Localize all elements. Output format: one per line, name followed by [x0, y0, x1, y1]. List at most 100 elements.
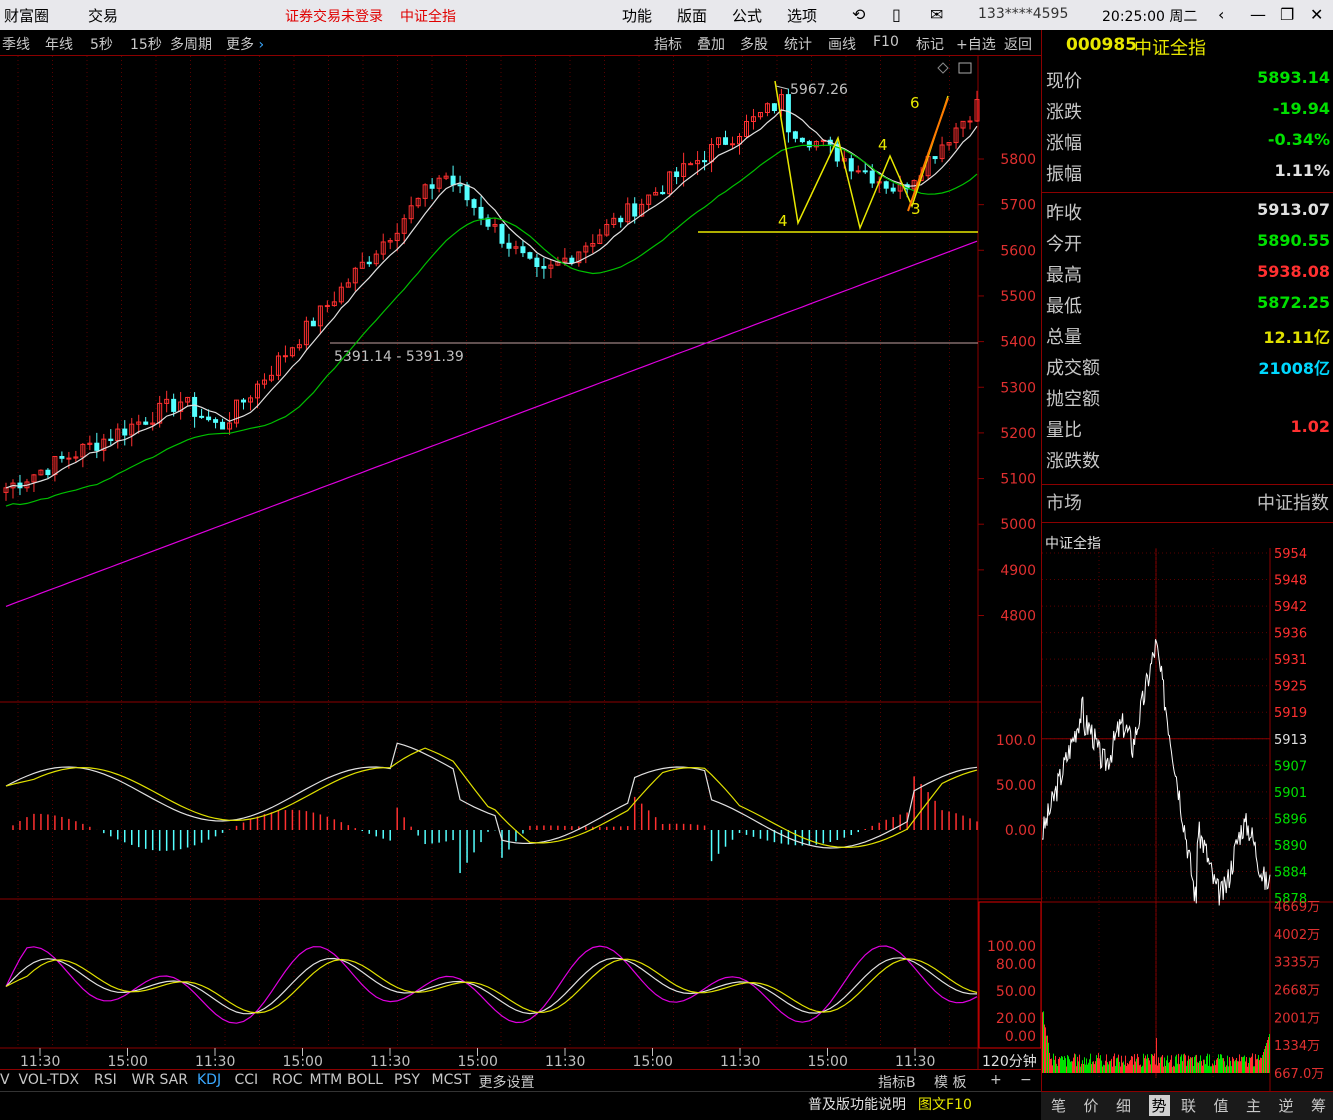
- mail-icon[interactable]: ✉: [930, 5, 943, 24]
- kline-chart-svg[interactable]: 5800 5700 5600 5500 5400 5300 5200 5100 5000 4900…: [0, 56, 1041, 1069]
- help-link[interactable]: 普及版功能说明: [808, 1094, 906, 1114]
- tool-add-watch[interactable]: +自选: [956, 34, 996, 54]
- candle-down[interactable]: [471, 199, 477, 208]
- candle-down[interactable]: [220, 421, 226, 430]
- right-tab-8[interactable]: 筹: [1311, 1095, 1326, 1116]
- right-tab-5[interactable]: 值: [1214, 1095, 1229, 1116]
- account-id[interactable]: 133****4595: [978, 6, 1068, 22]
- candle-down[interactable]: [108, 438, 114, 442]
- app-name[interactable]: 财富圈: [4, 5, 49, 26]
- candle-down[interactable]: [45, 469, 51, 476]
- candle-down[interactable]: [241, 399, 247, 403]
- indicator-tab-mcst[interactable]: MCST: [432, 1072, 471, 1088]
- candle-up[interactable]: [324, 305, 330, 308]
- period-year[interactable]: 年线: [45, 34, 73, 54]
- indicator-tab-rsi[interactable]: RSI: [94, 1072, 117, 1088]
- candle-down[interactable]: [632, 203, 638, 217]
- candle-down[interactable]: [450, 175, 456, 186]
- indicator-tab-vol-tdx[interactable]: VOL-TDX: [19, 1072, 80, 1088]
- candle-down[interactable]: [366, 261, 372, 265]
- candle-down[interactable]: [429, 184, 435, 189]
- indicator-tab-kdj[interactable]: KDJ: [197, 1072, 221, 1088]
- right-tab-3[interactable]: 势: [1148, 1095, 1170, 1116]
- candle-down[interactable]: [464, 184, 470, 201]
- tool-f10[interactable]: F10: [873, 34, 899, 50]
- indicator-tab-v[interactable]: V: [0, 1072, 10, 1088]
- candle-down[interactable]: [520, 246, 526, 254]
- candle-down[interactable]: [192, 396, 198, 417]
- menu-layout[interactable]: 版面: [677, 5, 707, 26]
- candle-up[interactable]: [282, 355, 288, 358]
- indicator-tab-boll[interactable]: BOLL: [347, 1072, 383, 1088]
- candle-down[interactable]: [171, 398, 177, 412]
- tool-overlay[interactable]: 叠加: [697, 34, 725, 54]
- candle-down[interactable]: [143, 421, 149, 425]
- indicator-tab-mtm[interactable]: MTM: [310, 1072, 343, 1088]
- refresh-icon[interactable]: ⟲: [852, 5, 865, 24]
- candle-down[interactable]: [792, 131, 798, 139]
- tool-indicator[interactable]: 指标: [654, 34, 682, 54]
- f10-link[interactable]: 图文F10: [918, 1094, 972, 1114]
- tool-return[interactable]: 返回: [1004, 34, 1032, 54]
- candle-down[interactable]: [534, 257, 540, 267]
- candle-down[interactable]: [310, 320, 316, 327]
- minimize-icon[interactable]: —: [1250, 5, 1266, 24]
- indicator-tab-更多[interactable]: 更多: [479, 1072, 507, 1092]
- candle-down[interactable]: [848, 158, 854, 172]
- indicator-tab-设置[interactable]: 设置: [507, 1072, 535, 1092]
- right-tab-4[interactable]: 联: [1181, 1095, 1196, 1116]
- candle-down[interactable]: [213, 419, 219, 423]
- template-button[interactable]: 模 板: [934, 1072, 966, 1092]
- phone-icon[interactable]: ▯: [892, 5, 901, 24]
- close-icon[interactable]: ✕: [1310, 5, 1323, 24]
- menu-formula[interactable]: 公式: [732, 5, 762, 26]
- right-tab-2[interactable]: 细: [1116, 1095, 1131, 1116]
- candle-down[interactable]: [618, 217, 624, 223]
- indicator-tab-roc[interactable]: ROC: [272, 1072, 303, 1088]
- candle-down[interactable]: [785, 94, 791, 133]
- trade-menu[interactable]: 交易: [88, 5, 118, 26]
- candle-down[interactable]: [94, 442, 100, 451]
- candle-down[interactable]: [771, 103, 777, 111]
- candle-down[interactable]: [457, 184, 463, 187]
- candle-up[interactable]: [855, 170, 861, 173]
- right-tab-7[interactable]: 逆: [1279, 1095, 1294, 1116]
- candle-down[interactable]: [883, 181, 889, 189]
- candle-down[interactable]: [723, 137, 729, 145]
- tool-multi-stock[interactable]: 多股: [740, 34, 768, 54]
- indicator-tab-psy[interactable]: PSY: [394, 1072, 420, 1088]
- candle-down[interactable]: [932, 156, 938, 160]
- pattern-zigzag[interactable]: [774, 80, 949, 231]
- kline-chart-area[interactable]: 5800 5700 5600 5500 5400 5300 5200 5100 5000 4900…: [0, 56, 1041, 1069]
- candle-down[interactable]: [122, 428, 128, 436]
- period-multi[interactable]: 多周期: [170, 34, 212, 54]
- period-more[interactable]: 更多 ›: [226, 34, 264, 54]
- candle-down[interactable]: [890, 187, 896, 192]
- menu-options[interactable]: 选项: [787, 5, 817, 26]
- candle-down[interactable]: [206, 416, 212, 421]
- indicator-tab-cci[interactable]: CCI: [235, 1072, 259, 1088]
- period-15s[interactable]: 15秒: [130, 34, 162, 54]
- tool-draw[interactable]: 画线: [828, 34, 856, 54]
- zoom-in-button[interactable]: +: [990, 1072, 1002, 1088]
- indicator-tab-sar[interactable]: SAR: [160, 1072, 188, 1088]
- candle-down[interactable]: [869, 170, 875, 184]
- right-tab-6[interactable]: 主: [1246, 1095, 1261, 1116]
- candle-down[interactable]: [799, 137, 805, 143]
- period-quarter[interactable]: 季线: [2, 34, 30, 54]
- candle-down[interactable]: [674, 171, 680, 178]
- candle-up[interactable]: [967, 120, 973, 123]
- zoom-out-button[interactable]: −: [1020, 1072, 1032, 1088]
- intraday-chart-svg[interactable]: 5954 5948 5942 5936 5931 5925 5919 5913 5907 5901…: [1042, 548, 1333, 1091]
- candle-down[interactable]: [499, 224, 505, 244]
- candle-down[interactable]: [862, 170, 868, 173]
- candle-down[interactable]: [569, 257, 575, 264]
- right-tab-1[interactable]: 价: [1084, 1095, 1099, 1116]
- candle-up[interactable]: [730, 143, 736, 146]
- candle-down[interactable]: [527, 252, 533, 259]
- login-status[interactable]: 证券交易未登录: [285, 6, 383, 26]
- candle-down[interactable]: [660, 191, 666, 195]
- candle-down[interactable]: [478, 206, 484, 219]
- candle-up[interactable]: [688, 163, 694, 166]
- tool-stats[interactable]: 统计: [784, 34, 812, 54]
